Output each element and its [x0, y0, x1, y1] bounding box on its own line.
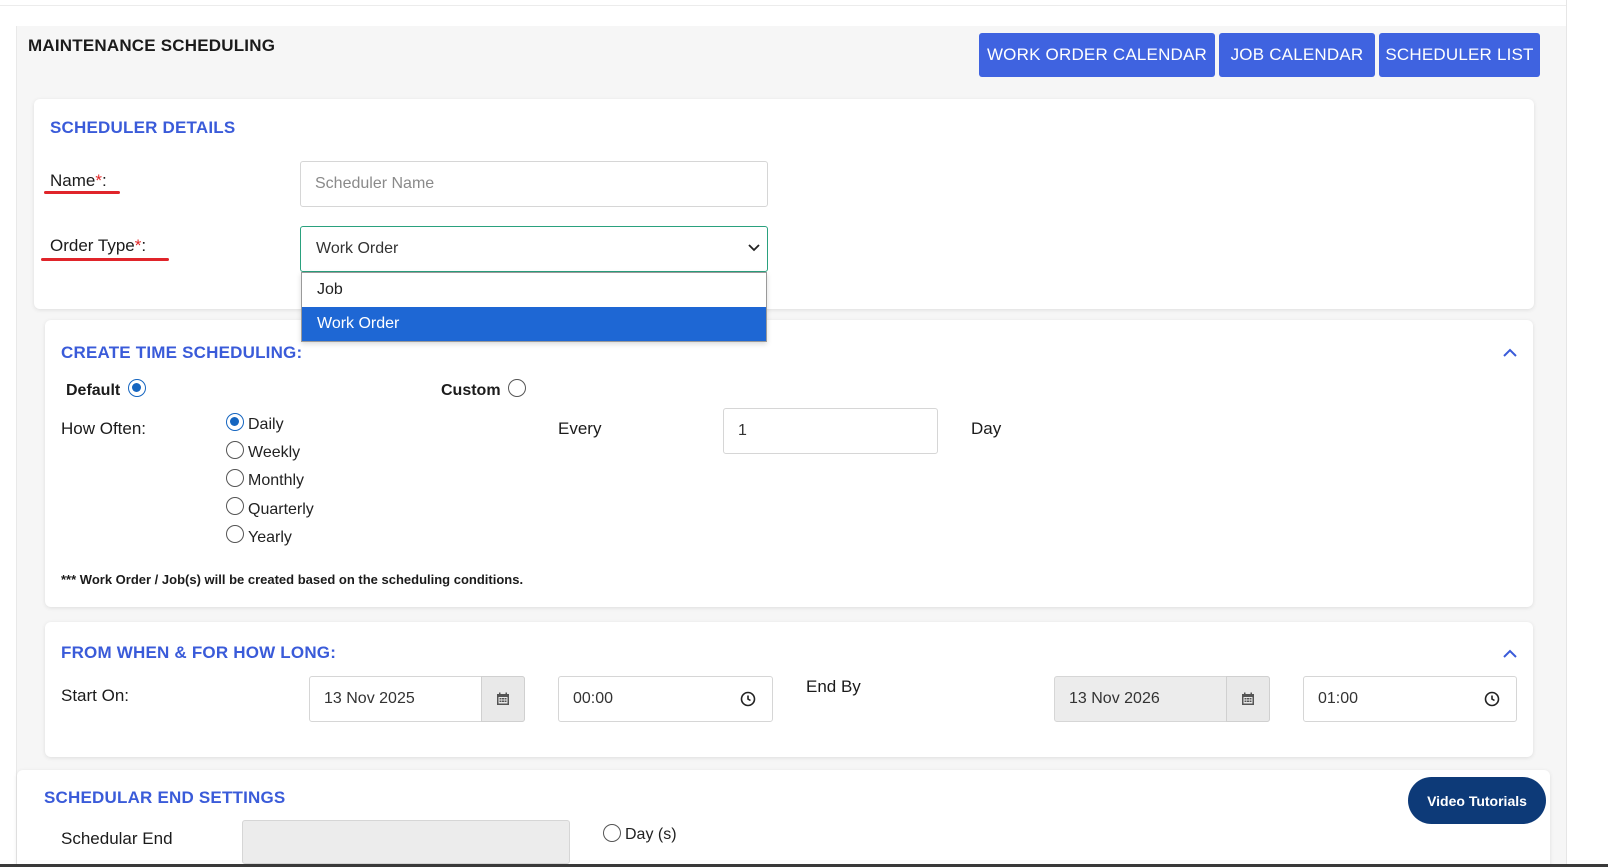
- from-when-title: FROM WHEN & FOR HOW LONG:: [61, 643, 337, 662]
- default-label: Default: [66, 382, 121, 399]
- weekly-label: Weekly: [248, 444, 301, 461]
- yearly-radio[interactable]: [226, 525, 244, 543]
- day-radio[interactable]: [603, 824, 621, 842]
- unit-label: Day: [971, 419, 1002, 438]
- daily-label: Daily: [248, 416, 284, 433]
- day-label: Day (s): [625, 826, 677, 843]
- calendar-icon[interactable]: [1226, 676, 1270, 722]
- order-type-select[interactable]: Work Order: [300, 226, 768, 272]
- dropdown-option-job[interactable]: Job: [302, 273, 766, 307]
- clock-icon[interactable]: [740, 691, 756, 707]
- time-scheduling-title: CREATE TIME SCHEDULING:: [61, 343, 303, 362]
- chevron-down-icon: [747, 241, 761, 255]
- end-by-label: End By: [806, 677, 861, 696]
- order-type-label-underline: [41, 258, 169, 261]
- page-edge: [1566, 0, 1608, 867]
- custom-label: Custom: [441, 382, 501, 399]
- monthly-label: Monthly: [248, 472, 305, 489]
- chevron-up-icon[interactable]: [1502, 346, 1518, 358]
- weekly-radio[interactable]: [226, 441, 244, 459]
- chevron-up-icon[interactable]: [1502, 647, 1518, 659]
- default-radio[interactable]: [128, 379, 146, 397]
- video-tutorials-button[interactable]: Video Tutorials: [1408, 777, 1546, 824]
- schedular-end-label: Schedular End: [61, 829, 173, 848]
- page-title: MAINTENANCE SCHEDULING: [28, 36, 276, 55]
- start-time-input[interactable]: 00:00: [558, 676, 773, 722]
- name-label: Name*:: [50, 171, 107, 190]
- calendar-icon[interactable]: [481, 676, 525, 722]
- scheduler-name-input[interactable]: Scheduler Name: [300, 161, 768, 207]
- name-label-underline: [44, 191, 120, 194]
- clock-icon[interactable]: [1484, 691, 1500, 707]
- end-settings-title: SCHEDULAR END SETTINGS: [44, 788, 286, 807]
- every-input[interactable]: 1: [723, 408, 938, 454]
- order-type-label: Order Type*:: [50, 236, 147, 255]
- end-date-input[interactable]: 13 Nov 2026: [1054, 676, 1270, 722]
- dropdown-option-work-order[interactable]: Work Order: [302, 307, 766, 341]
- end-time-input[interactable]: 01:00: [1303, 676, 1517, 722]
- order-type-value: Work Order: [316, 240, 399, 257]
- job-calendar-button[interactable]: JOB CALENDAR: [1219, 33, 1375, 77]
- scheduler-details-card: [34, 99, 1534, 309]
- start-date-input[interactable]: 13 Nov 2025: [309, 676, 525, 722]
- time-scheduling-card: [45, 320, 1533, 607]
- yearly-label: Yearly: [248, 529, 292, 546]
- schedular-end-input[interactable]: [242, 820, 570, 864]
- order-type-dropdown: Job Work Order: [301, 272, 767, 342]
- scheduler-details-title: SCHEDULER DETAILS: [50, 118, 236, 137]
- how-often-label: How Often:: [61, 419, 147, 438]
- top-border: [0, 0, 1608, 6]
- custom-radio[interactable]: [508, 379, 526, 397]
- start-on-label: Start On:: [61, 686, 130, 705]
- monthly-radio[interactable]: [226, 469, 244, 487]
- quarterly-label: Quarterly: [248, 501, 314, 518]
- every-label: Every: [558, 419, 602, 438]
- work-order-calendar-button[interactable]: WORK ORDER CALENDAR: [979, 33, 1215, 77]
- scheduling-note: *** Work Order / Job(s) will be created …: [61, 572, 524, 587]
- daily-radio[interactable]: [226, 413, 244, 431]
- scheduler-list-button[interactable]: SCHEDULER LIST: [1379, 33, 1540, 77]
- quarterly-radio[interactable]: [226, 497, 244, 515]
